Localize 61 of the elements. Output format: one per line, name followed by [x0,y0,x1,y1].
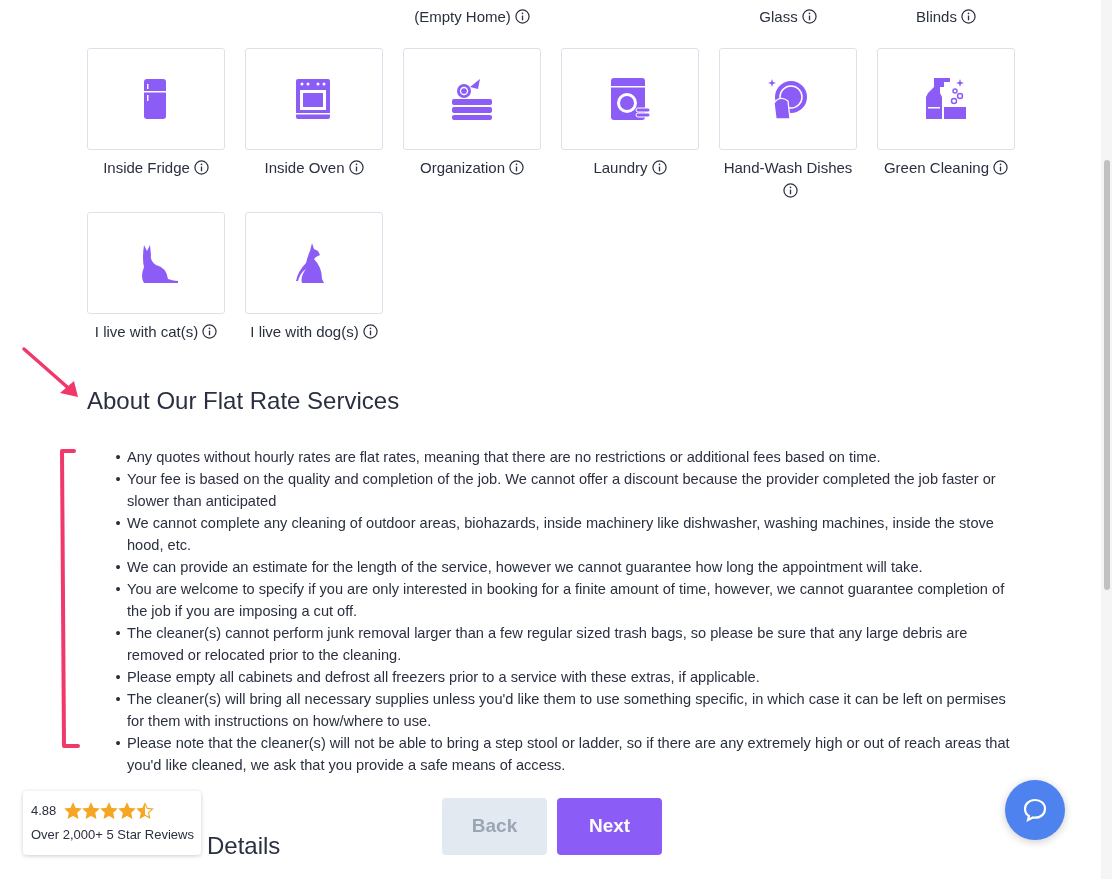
extra-tile[interactable] [87,212,225,314]
extra-tile[interactable] [561,48,699,150]
info-icon[interactable] [782,183,798,198]
info-icon[interactable] [362,324,378,339]
bullet-text: We can provide an estimate for the length of the service, however we cannot guarantee how long the appointment will take. [127,557,923,577]
bullet-marker: • [114,469,122,489]
info-icon[interactable] [960,9,976,24]
star-icon [100,801,119,820]
bullet-marker: • [114,667,122,687]
chat-button[interactable] [1005,780,1065,840]
bullet-marker: • [114,623,122,643]
info-icon[interactable] [651,160,667,175]
bullet-text: Please note that the cleaner(s) will not be able to bring a step stool or ladder, so if there are any extremely high or out of reach areas that you'd like cleaned, we ask that you provide a safe means of access. [127,733,1011,775]
chat-icon [1022,797,1048,823]
bullet-marker: • [114,513,122,533]
extra-tile[interactable] [245,48,383,150]
tile-label: Blinds [916,8,957,25]
bullet-text: We cannot complete any cleaning of outdoor areas, biohazards, inside machinery like dishwasher, washing machines, inside the stove hood, etc. [127,513,995,555]
tile-label: Hand-Wash Dishes [723,159,853,176]
info-icon[interactable] [514,9,530,24]
extra-tile[interactable] [719,48,857,150]
scrollbar-thumb[interactable] [1104,160,1110,590]
info-icon[interactable] [202,324,218,339]
bullet-marker: • [114,733,122,753]
tile-label: Laundry [593,159,648,176]
section-heading: Details [207,831,281,861]
info-icon[interactable] [193,160,209,175]
info-icon[interactable] [509,160,525,175]
star-icon [64,801,83,820]
star-icon [118,801,137,820]
tile-label: Organization [419,159,506,176]
rating-value: 4.88 [31,802,57,820]
bullet-text: Any quotes without hourly rates are flat rates, meaning that there are no restrictions or additional fees based on time. [127,447,881,467]
next-button[interactable]: Next [557,798,662,855]
tile-label: Inside Oven [264,159,345,176]
bullet-text: Your fee is based on the quality and completion of the job. We cannot offer a discount because the provider completed the job faster or slower than anticipated [127,469,997,511]
extra-tile[interactable] [877,48,1015,150]
bullet-text: Please empty all cabinets and defrost all freezers prior to a service with these extras, if applicable. [127,667,760,687]
tile-label: Green Cleaning [883,159,990,176]
bullet-marker: • [114,557,122,577]
tile-label: (Empty Home) [414,8,511,25]
extra-tile[interactable] [245,212,383,314]
extra-tile[interactable] [87,48,225,150]
review-caption: Over 2,000+ 5 Star Reviews [31,825,193,844]
tile-label: I live with cat(s) [94,323,199,340]
extra-tile[interactable] [403,48,541,150]
star-icon [136,801,155,820]
tile-label: Inside Fridge [103,159,190,176]
info-icon[interactable] [801,9,817,24]
info-icon[interactable] [348,160,364,175]
star-icon [82,801,101,820]
tile-label: I live with dog(s) [250,323,359,340]
info-icon[interactable] [993,160,1009,175]
bullet-marker: • [114,447,122,467]
bullet-marker: • [114,689,122,709]
bullet-text: The cleaner(s) will bring all necessary supplies unless you'd like them to use something specific, in which case it can be left on permises for them with instructions on how/where to use. [127,689,1007,731]
bullet-marker: • [114,579,122,599]
section-heading: About Our Flat Rate Services [87,387,401,416]
tile-label: Glass [759,8,798,25]
bullet-text: The cleaner(s) cannot perform junk removal larger than a few regular sized trash bags, so please be sure that any large debris are removed or relocated prior to the cleaning. [127,623,969,665]
bullet-text: You are welcome to specify if you are only interested in booking for a finite amount of time, however, we cannot guarantee completion of the job if you are imposing a cut off. [127,579,1006,621]
